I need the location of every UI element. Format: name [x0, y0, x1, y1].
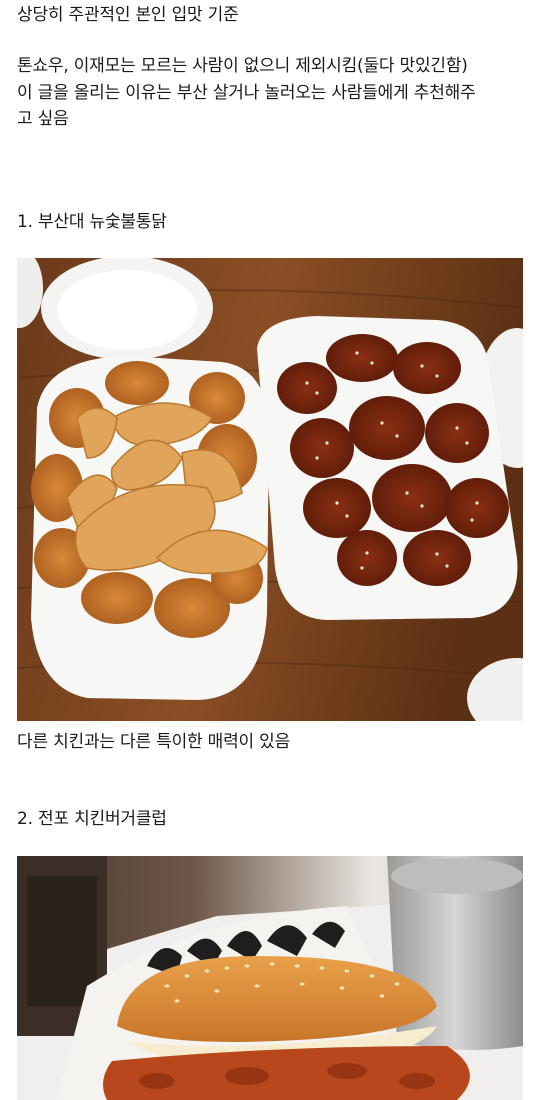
note-line-1: 톤쇼우, 이재모는 모르는 사람이 없으니 제외시킴(둘다 맛있긴함): [17, 56, 468, 76]
photo-fried-chicken: [17, 258, 523, 721]
note-line-3: 고 싶음: [17, 109, 69, 129]
photo-chicken-burger: [17, 856, 523, 1100]
item-2-title: 2. 전포 치킨버거클럽: [17, 809, 167, 829]
note-line-2: 이 글을 올리는 이유는 부산 살거나 놀러오는 사람들에게 추천해주: [17, 83, 476, 103]
item-1-caption: 다른 치킨과는 다른 특이한 매력이 있음: [17, 732, 291, 752]
intro-text: 상당히 주관적인 본인 입맛 기준: [17, 5, 239, 25]
item-1-title: 1. 부산대 뉴숯불통닭: [17, 212, 167, 232]
